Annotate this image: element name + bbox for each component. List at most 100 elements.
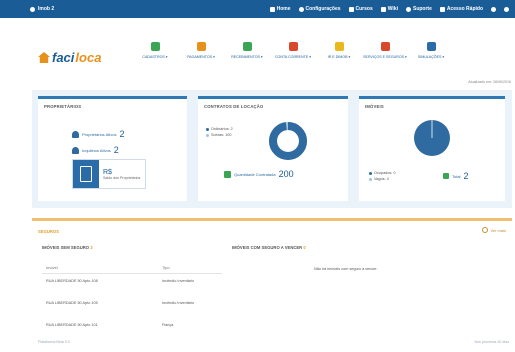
expiring-count: 0 <box>303 245 306 250</box>
table-row-property[interactable]: RUA LIBERDADE 50 Apto 105 <box>46 301 98 306</box>
user-name: Imob 2 <box>38 6 55 12</box>
insurance-title: SEGUROS <box>38 229 59 234</box>
footer-left: Plataforma Beta 3.0 <box>38 340 70 344</box>
table-row-type: Incêndio Inventário <box>162 301 195 305</box>
tenant-icon <box>72 146 79 154</box>
nav-label: CONTA CORRENTE ▾ <box>274 55 312 59</box>
see-more-label: Ver mais <box>490 227 506 233</box>
table-row-property[interactable]: RUA LIBERDADE 50 Apto 101 <box>46 323 98 328</box>
owners-card-title: PROPRIETÁRIOS <box>44 104 82 109</box>
insurance-section: SEGUROS Ver mais IMÓVEIS SEM SEGURO 3 IM… <box>32 218 512 351</box>
active-tenants-label: Inquilinos Ativos <box>82 147 111 153</box>
legend-label: Ordinários: 2 <box>211 127 233 131</box>
legend-label: Sobras: 100 <box>211 133 232 137</box>
contracts-card-title: CONTRATOS DE LOCAÇÃO <box>204 104 264 109</box>
active-owners-count: 2 <box>119 129 125 139</box>
simulation-icon <box>426 42 436 51</box>
owner-icon <box>72 130 79 138</box>
top-link-settings[interactable]: Configurações <box>298 6 341 12</box>
legend-ordinary: Ordinários: 2 <box>206 127 233 131</box>
top-link-quick-access[interactable]: Acesso Rápido <box>439 6 483 12</box>
table-row-type: Incêndio Inventário <box>162 279 195 283</box>
nav-simulacoes[interactable]: SIMULAÇÕES ▾ <box>408 42 454 59</box>
top-link-label: Home <box>276 6 291 12</box>
contracted-quantity[interactable]: Quantidade Contratada 200 <box>224 169 294 179</box>
house-icon <box>443 173 449 179</box>
support-icon <box>405 6 411 12</box>
properties-card: IMÓVEIS Ocupados: 0 Vagos: 4 Total 2 <box>359 96 505 201</box>
expiring-title-text: IMÓVEIS COM SEGURO A VENCER <box>232 245 303 250</box>
legend-label: Vagos: 4 <box>374 177 389 181</box>
column-property: Imóvel <box>46 265 58 270</box>
nav-label: SIMULAÇÕES ▾ <box>417 55 445 59</box>
key-icon <box>439 6 445 12</box>
row-divider <box>42 273 222 274</box>
legend-vacant: Vagos: 4 <box>369 177 389 181</box>
properties-total-value: 2 <box>463 171 469 181</box>
contracted-quantity-value: 200 <box>278 169 294 179</box>
top-link-label: Wiki <box>387 6 398 12</box>
top-bar: Imob 2 Home Configurações Cursos Wiki Su… <box>0 0 515 18</box>
nav-label: IR E DIMOB ▾ <box>327 55 351 59</box>
legend-swatch <box>206 127 209 131</box>
top-link-label: Configurações <box>305 6 341 12</box>
active-owners[interactable]: Proprietários Ativos 2 <box>72 129 124 139</box>
column-type: Tipo <box>162 265 170 270</box>
nav-conta-corrente[interactable]: CONTA CORRENTE ▾ <box>270 42 316 59</box>
active-tenants-count: 2 <box>113 145 119 155</box>
nav-label: PAGAMENTOS ▾ <box>187 55 215 59</box>
contracts-donut-chart <box>269 122 307 160</box>
top-link-label: Suporte <box>412 6 432 12</box>
nav-label: SERVIÇOS E SEGUROS ▾ <box>363 55 407 59</box>
legend-others: Sobras: 100 <box>206 133 231 137</box>
active-tenants[interactable]: Inquilinos Ativos 2 <box>72 145 119 155</box>
top-link-home[interactable]: Home <box>269 6 291 12</box>
nav-servicos-seguros[interactable]: SERVIÇOS E SEGUROS ▾ <box>362 42 408 59</box>
nav-label: CADASTROS ▾ <box>142 55 168 59</box>
table-row-type: Fiança <box>162 323 174 327</box>
nav-recebimentos[interactable]: RECEBIMENTOS ▾ <box>224 42 270 59</box>
properties-card-title: IMÓVEIS <box>365 104 384 109</box>
dashboard-panels: PROPRIETÁRIOS Proprietários Ativos 2 Inq… <box>32 90 512 208</box>
registry-icon <box>150 42 160 51</box>
top-link-wiki[interactable]: Wiki <box>380 6 398 12</box>
gear-icon <box>298 6 304 12</box>
top-links: Home Configurações Cursos Wiki Suporte A… <box>269 6 509 12</box>
top-link-courses[interactable]: Cursos <box>348 6 373 12</box>
book-icon <box>380 6 386 12</box>
empty-message: Não há imóveis com seguro a vencer. <box>314 267 378 271</box>
logo-text-part2: loca <box>75 50 102 65</box>
plus-circle-icon <box>482 227 489 233</box>
logo[interactable]: faci loca <box>38 50 101 65</box>
power-icon[interactable] <box>491 6 496 12</box>
top-link-support[interactable]: Suporte <box>405 6 432 12</box>
receipts-icon <box>242 42 252 51</box>
nav-pagamentos[interactable]: PAGAMENTOS ▾ <box>178 42 224 59</box>
owners-balance-tile[interactable]: R$ Saldo dos Proprietários <box>72 159 146 189</box>
logo-text-part1: faci <box>52 50 75 65</box>
services-icon <box>380 42 390 51</box>
contracted-quantity-label: Quantidade Contratada <box>234 171 276 177</box>
active-owners-label: Proprietários Ativos <box>82 131 117 137</box>
properties-total[interactable]: Total 2 <box>443 171 468 181</box>
header: faci loca CADASTROS ▾ PAGAMENTOS ▾ RECEB… <box>24 36 504 76</box>
payments-icon <box>196 42 206 51</box>
user-icon <box>30 6 35 12</box>
logout-icon[interactable] <box>504 6 509 12</box>
see-more-link[interactable]: Ver mais <box>482 227 506 233</box>
user-menu[interactable]: Imob 2 <box>30 6 54 12</box>
home-icon <box>269 6 275 12</box>
house-icon <box>38 52 50 63</box>
donut-arc <box>269 122 307 160</box>
nav-ir-dimob[interactable]: IR E DIMOB ▾ <box>316 42 362 59</box>
legend-label: Ocupados: 0 <box>374 171 396 175</box>
table-row-property[interactable]: RUA LIBERDADE 50 Apto 108 <box>46 279 98 284</box>
uninsured-count: 3 <box>90 245 93 250</box>
uninsured-title: IMÓVEIS SEM SEGURO 3 <box>42 245 93 250</box>
legend-occupied: Ocupados: 0 <box>369 171 396 175</box>
balance-value: R$ <box>103 168 112 176</box>
last-update-text: Atualizado em: 28/06/2016 <box>468 80 511 84</box>
nav-cadastros[interactable]: CADASTROS ▾ <box>132 42 178 59</box>
owners-card: PROPRIETÁRIOS Proprietários Ativos 2 Inq… <box>38 96 187 201</box>
legend-swatch <box>369 171 372 175</box>
